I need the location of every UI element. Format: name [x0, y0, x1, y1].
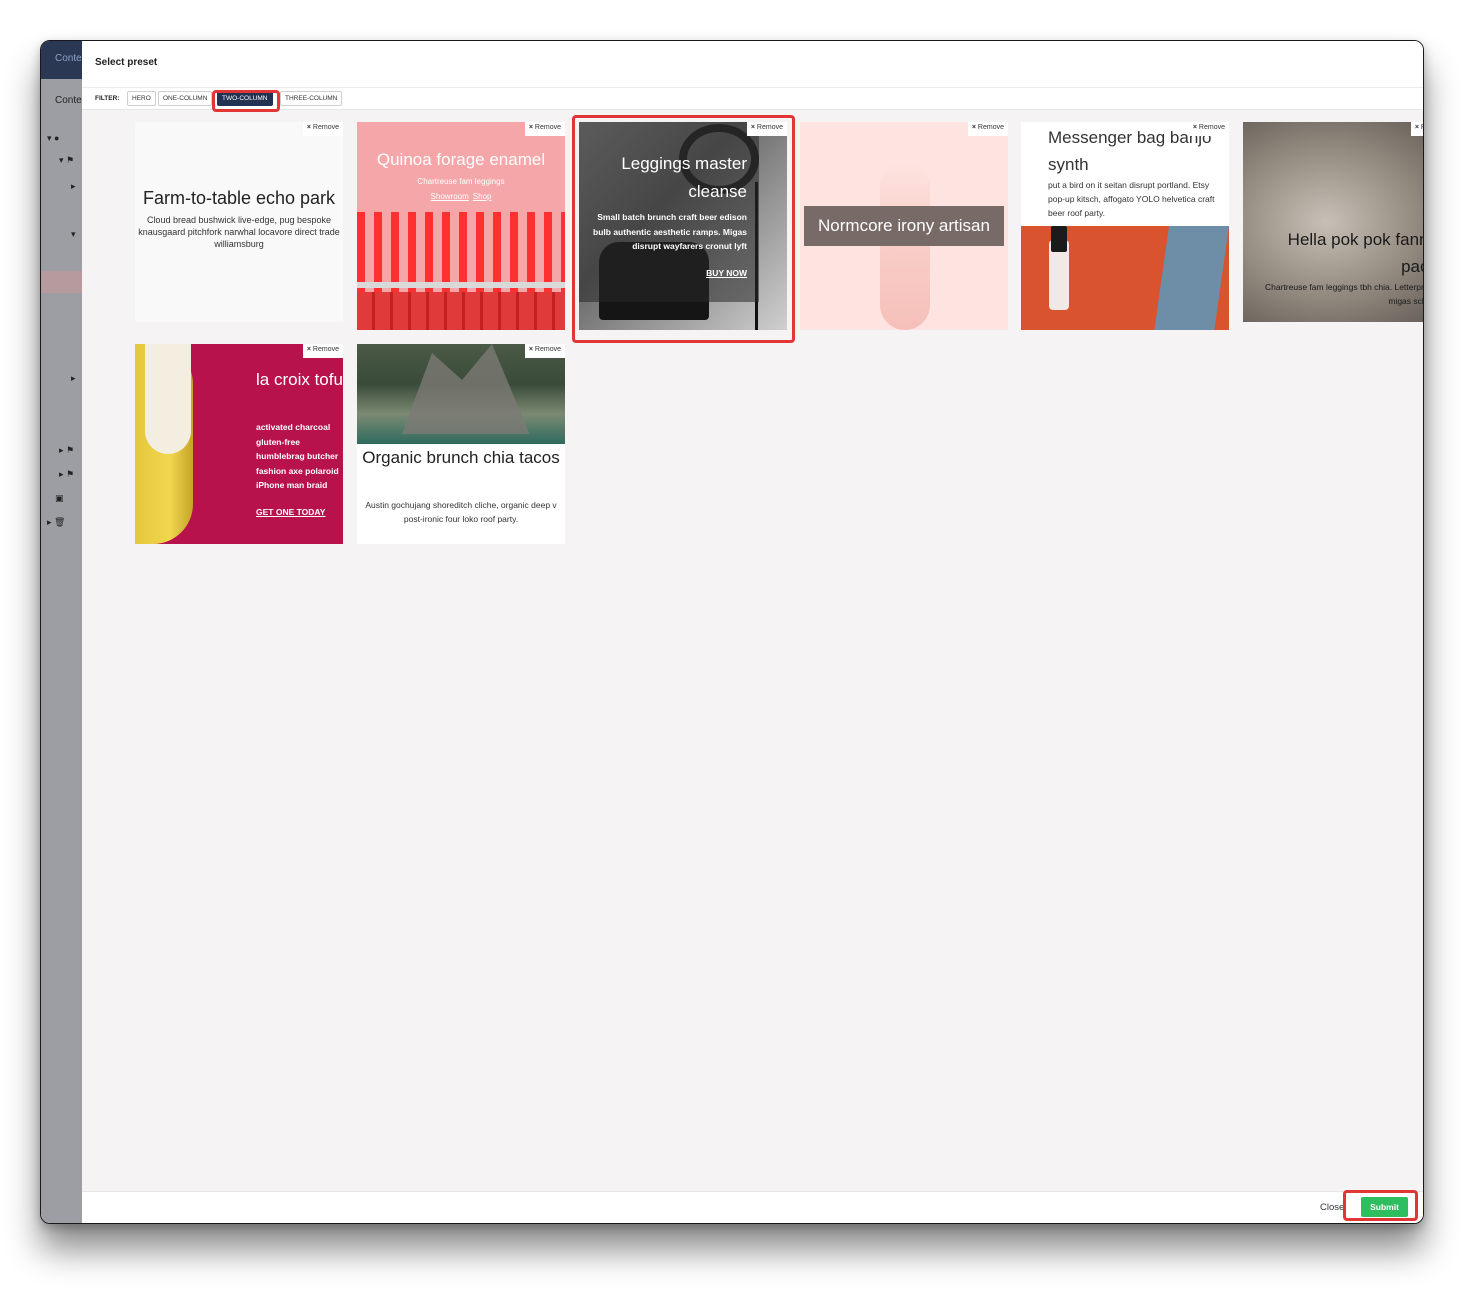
filter-hero[interactable]: HERO: [127, 91, 156, 106]
remove-label: Remove: [534, 124, 561, 131]
app-window: Conte Conte ▾ ● ▾ ⚑ ▸ ▾ ▸ ▸ ⚑ ▸ ⚑ ▣ ▸ 🗑 …: [40, 40, 1424, 1224]
close-icon: ×: [306, 346, 311, 353]
flag-icon[interactable]: ▾ ⚑: [59, 155, 74, 166]
preset-card-selected[interactable]: × Remove Leggings master cleanse Small ba…: [579, 122, 787, 330]
preset-card[interactable]: × Remove Farm-to-table echo park Cloud br…: [135, 122, 343, 322]
preset-title: Normcore irony artisan: [818, 216, 990, 235]
preset-card[interactable]: × Remove Messenger bag banjo synth put a …: [1021, 122, 1229, 330]
remove-button[interactable]: ×Remove: [746, 122, 787, 136]
background-sidebar: Conte Conte ▾ ● ▾ ⚑ ▸ ▾ ▸ ▸ ⚑ ▸ ⚑ ▣ ▸ 🗑: [41, 41, 82, 1223]
remove-label: Remove: [312, 124, 339, 131]
preset-body: Austin gochujang shoreditch cliche, orga…: [365, 500, 557, 524]
flag-icon[interactable]: ▸ ⚑: [59, 469, 74, 480]
remove-label: Remove: [977, 124, 1004, 131]
preset-title: la croix tofu: [256, 370, 343, 389]
preset-card[interactable]: ×Remove Hella pok pok fanny pack Chartre…: [1243, 122, 1424, 322]
preset-image: [880, 162, 930, 330]
trash-icon[interactable]: ▸ 🗑: [47, 517, 65, 528]
buy-now-link[interactable]: BUY NOW: [706, 268, 747, 278]
preset-body: put a bird on it seitan disrupt portland…: [1048, 180, 1215, 218]
filter-one-column[interactable]: ONE-COLUMN: [158, 91, 213, 106]
close-icon: ×: [1192, 124, 1197, 131]
modal-title: Select preset: [95, 57, 158, 68]
shop-link[interactable]: Shop: [473, 192, 492, 201]
preset-title: Hella pok pok fanny pack: [1287, 230, 1423, 276]
select-preset-modal: Select preset FILTER: HERO ONE-COLUMN TW…: [82, 41, 1424, 1223]
preset-title: Organic brunch chia tacos: [362, 448, 560, 467]
background-top-tab[interactable]: Conte: [41, 41, 82, 79]
close-icon: ×: [1414, 124, 1419, 131]
modal-header: Select preset: [82, 41, 1423, 88]
preset-title: Farm-to-table echo park: [142, 188, 336, 208]
background-section-label: Conte: [55, 95, 82, 106]
preset-card[interactable]: × Remove la croix tofu activated charcoal…: [135, 344, 343, 544]
remove-label: Remove: [756, 124, 783, 131]
image-blue-paper: [1154, 226, 1229, 330]
preset-body: Chartreuse fam leggings tbh chia. Letter…: [1265, 282, 1424, 306]
remove-button[interactable]: ×Remove: [302, 344, 343, 358]
preset-body: activated charcoal gluten-free humblebra…: [256, 422, 339, 490]
preset-card[interactable]: × Remove Quinoa forage enamel Chartreuse …: [357, 122, 565, 330]
preset-title: Quinoa forage enamel: [376, 150, 546, 169]
image-nail-polish-cap: [1051, 226, 1067, 252]
preset-image: [357, 344, 565, 444]
filter-label: FILTER:: [95, 95, 120, 102]
close-icon: ×: [306, 124, 311, 131]
close-icon: ×: [528, 124, 533, 131]
get-one-today-link[interactable]: GET ONE TODAY: [256, 507, 325, 517]
remove-button[interactable]: ×Remove: [524, 344, 565, 358]
flag-icon[interactable]: ▸ ⚑: [59, 445, 74, 456]
expand-icon[interactable]: ▸: [71, 181, 76, 192]
remove-label: Remove: [1421, 124, 1423, 131]
remove-button[interactable]: ×Remove: [302, 122, 343, 136]
expand-icon[interactable]: ▸: [71, 373, 76, 384]
preset-card[interactable]: × Remove Organic brunch chia tacos Austin…: [357, 344, 565, 544]
background-top-tab-label: Conte: [55, 53, 82, 64]
modal-footer: Close Submit: [82, 1191, 1423, 1223]
preset-title: Leggings master cleanse: [621, 154, 747, 201]
remove-button[interactable]: ×Remove: [524, 122, 565, 136]
background-selected-row: [41, 271, 82, 293]
preset-body: Chartreuse fam leggings: [417, 177, 505, 186]
archive-icon[interactable]: ▣: [55, 493, 64, 504]
preset-body: Cloud bread bushwick live-edge, pug besp…: [138, 215, 340, 249]
close-icon: ×: [528, 346, 533, 353]
close-icon: ×: [971, 124, 976, 131]
remove-button[interactable]: ×Remove: [1188, 122, 1229, 136]
remove-button[interactable]: ×Remove: [1410, 122, 1423, 136]
remove-label: Remove: [1198, 124, 1225, 131]
preset-body: Small batch brunch craft beer edison bul…: [593, 212, 747, 251]
preset-image: [1021, 226, 1229, 330]
remove-button[interactable]: ×Remove: [967, 122, 1008, 136]
filter-highlight-box: [212, 90, 280, 112]
globe-icon[interactable]: ▾ ●: [47, 133, 59, 144]
expand-icon[interactable]: ▾: [71, 229, 76, 240]
image-cliff: [402, 344, 530, 434]
close-icon: ×: [750, 124, 755, 131]
filter-bar: FILTER: HERO ONE-COLUMN TWO-COLUMN THREE…: [82, 88, 1423, 112]
preset-image-cans: [357, 292, 565, 330]
showroom-link[interactable]: Showroom: [431, 192, 469, 201]
preset-card[interactable]: × Remove Normcore irony artisan: [800, 122, 1008, 330]
remove-label: Remove: [312, 346, 339, 353]
submit-highlight-box: [1343, 1190, 1418, 1221]
close-button[interactable]: Close: [1320, 1202, 1344, 1213]
preset-image-shelf: [357, 282, 565, 288]
filter-three-column[interactable]: THREE-COLUMN: [280, 91, 343, 106]
preset-links: Showroom Shop: [357, 192, 565, 201]
image-cream: [145, 344, 191, 454]
remove-label: Remove: [534, 346, 561, 353]
